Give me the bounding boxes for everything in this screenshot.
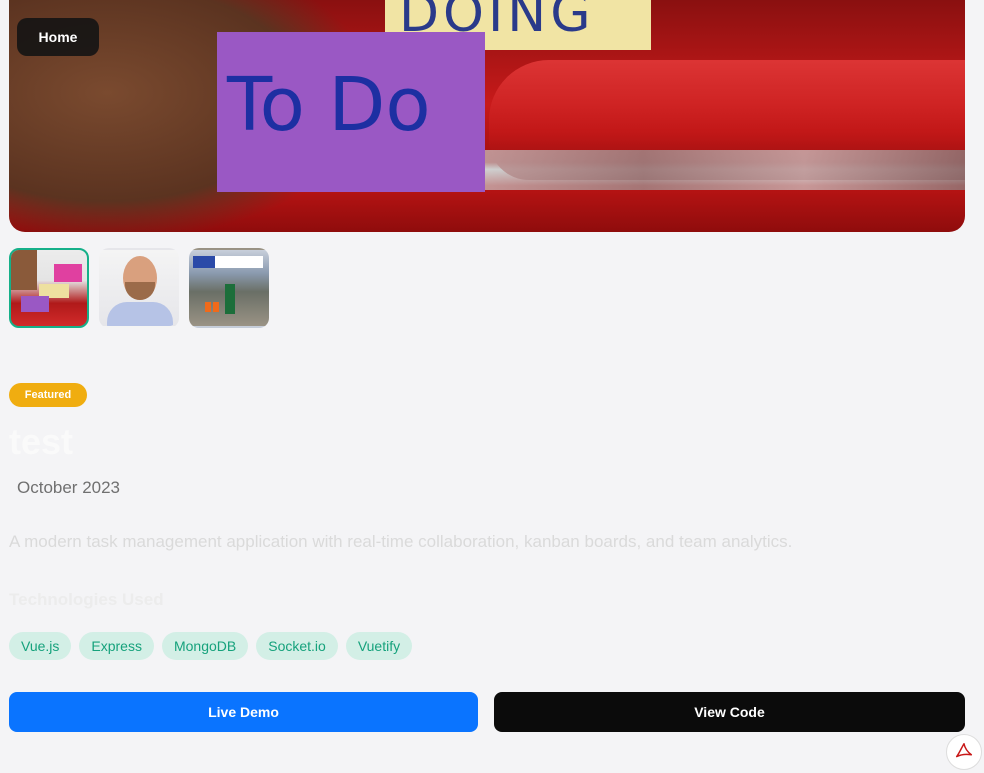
project-date-text: October 2023 — [17, 478, 121, 497]
view-code-button[interactable]: View Code — [494, 692, 965, 732]
thumbnail-portrait[interactable] — [99, 248, 179, 328]
tech-tag: Vue.js — [9, 632, 72, 660]
race-cone — [213, 302, 219, 312]
tech-tag: MongoDB — [161, 632, 249, 660]
tech-tag: Express — [79, 632, 154, 660]
project-title: test — [9, 421, 74, 462]
race-runner — [225, 284, 235, 314]
thumbnail-kanban-notes[interactable] — [9, 248, 89, 328]
pdf-icon — [955, 743, 973, 758]
home-button[interactable]: Home — [17, 18, 99, 56]
thumbnail-arm — [11, 250, 37, 290]
portrait-shirt — [107, 302, 173, 326]
sticky-note-todo: To Do — [217, 32, 485, 192]
hero-image: DOING To Do — [9, 0, 965, 232]
hero-stripe — [429, 150, 965, 190]
portrait-beard — [125, 282, 155, 300]
tech-tags: Vue.js Express MongoDB Socket.io Vuetify — [9, 632, 413, 660]
live-demo-button[interactable]: Live Demo — [9, 692, 478, 732]
thumbnail-note-done — [54, 264, 82, 282]
project-description: A modern task management application wit… — [9, 532, 793, 551]
featured-badge: Featured — [9, 383, 87, 407]
tech-tag: Vuetify — [345, 632, 413, 660]
pdf-button[interactable] — [946, 734, 982, 770]
thumbnail-note-todo — [21, 296, 49, 312]
tech-heading: Technologies Used — [9, 590, 164, 609]
race-banner-logo — [193, 256, 215, 268]
tech-tag: Socket.io — [256, 632, 338, 660]
project-date: October 2023 — [9, 478, 120, 498]
race-cone — [205, 302, 211, 312]
thumbnail-strip — [9, 248, 269, 328]
thumbnail-race[interactable] — [189, 248, 269, 328]
calendar-icon — [9, 481, 11, 495]
